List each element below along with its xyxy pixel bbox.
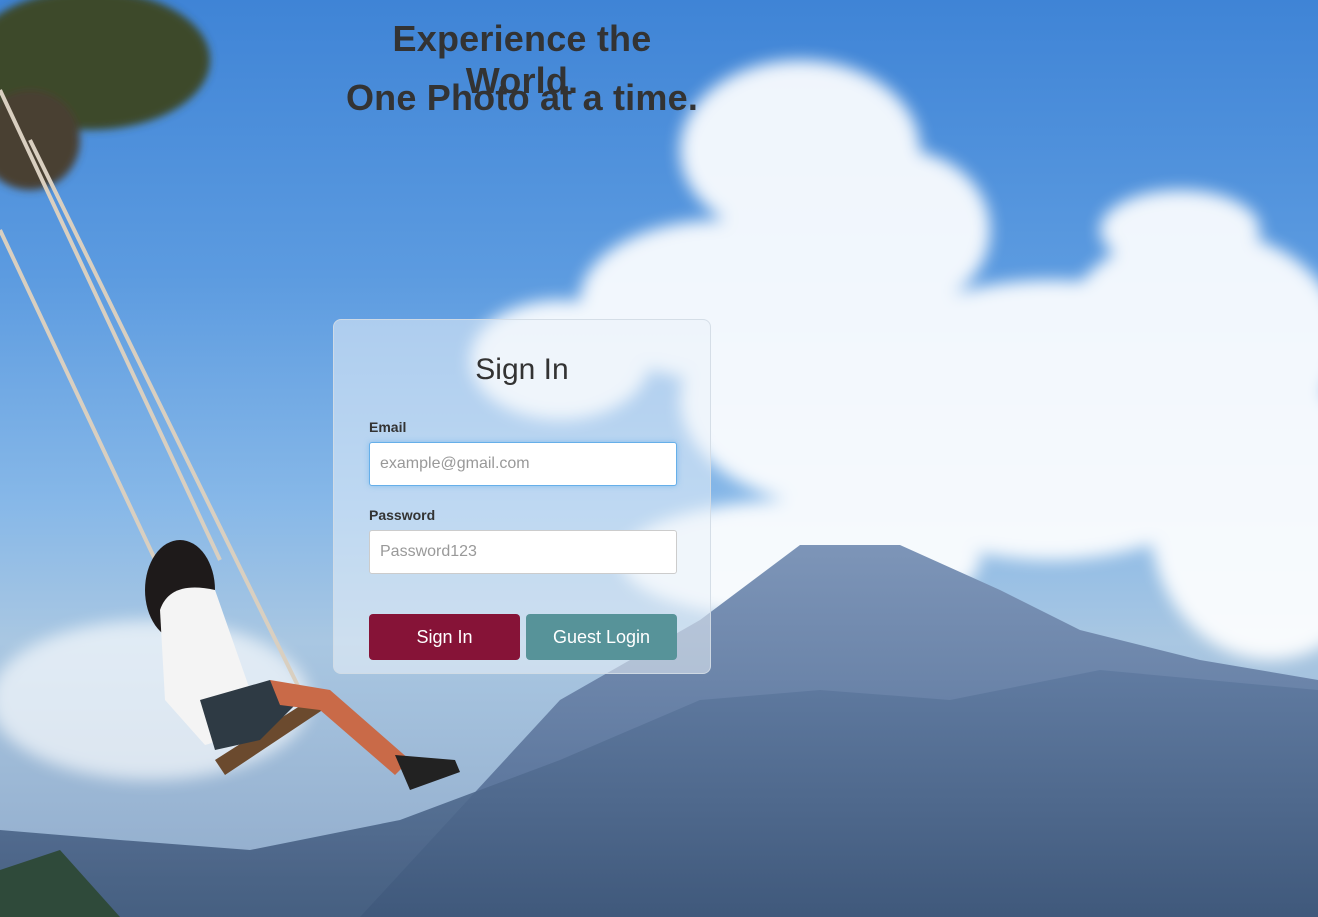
sign-in-card: Sign In Email Password Sign In Guest Log… [333, 319, 711, 674]
email-label: Email [369, 419, 407, 435]
email-input[interactable] [369, 442, 677, 486]
sign-in-button[interactable]: Sign In [369, 614, 520, 660]
sign-in-title: Sign In [475, 353, 569, 386]
hero-tagline-line-2: One Photo at a time. [345, 77, 699, 118]
password-label: Password [369, 507, 436, 523]
guest-login-button[interactable]: Guest Login [526, 614, 677, 660]
password-input[interactable] [369, 530, 677, 574]
